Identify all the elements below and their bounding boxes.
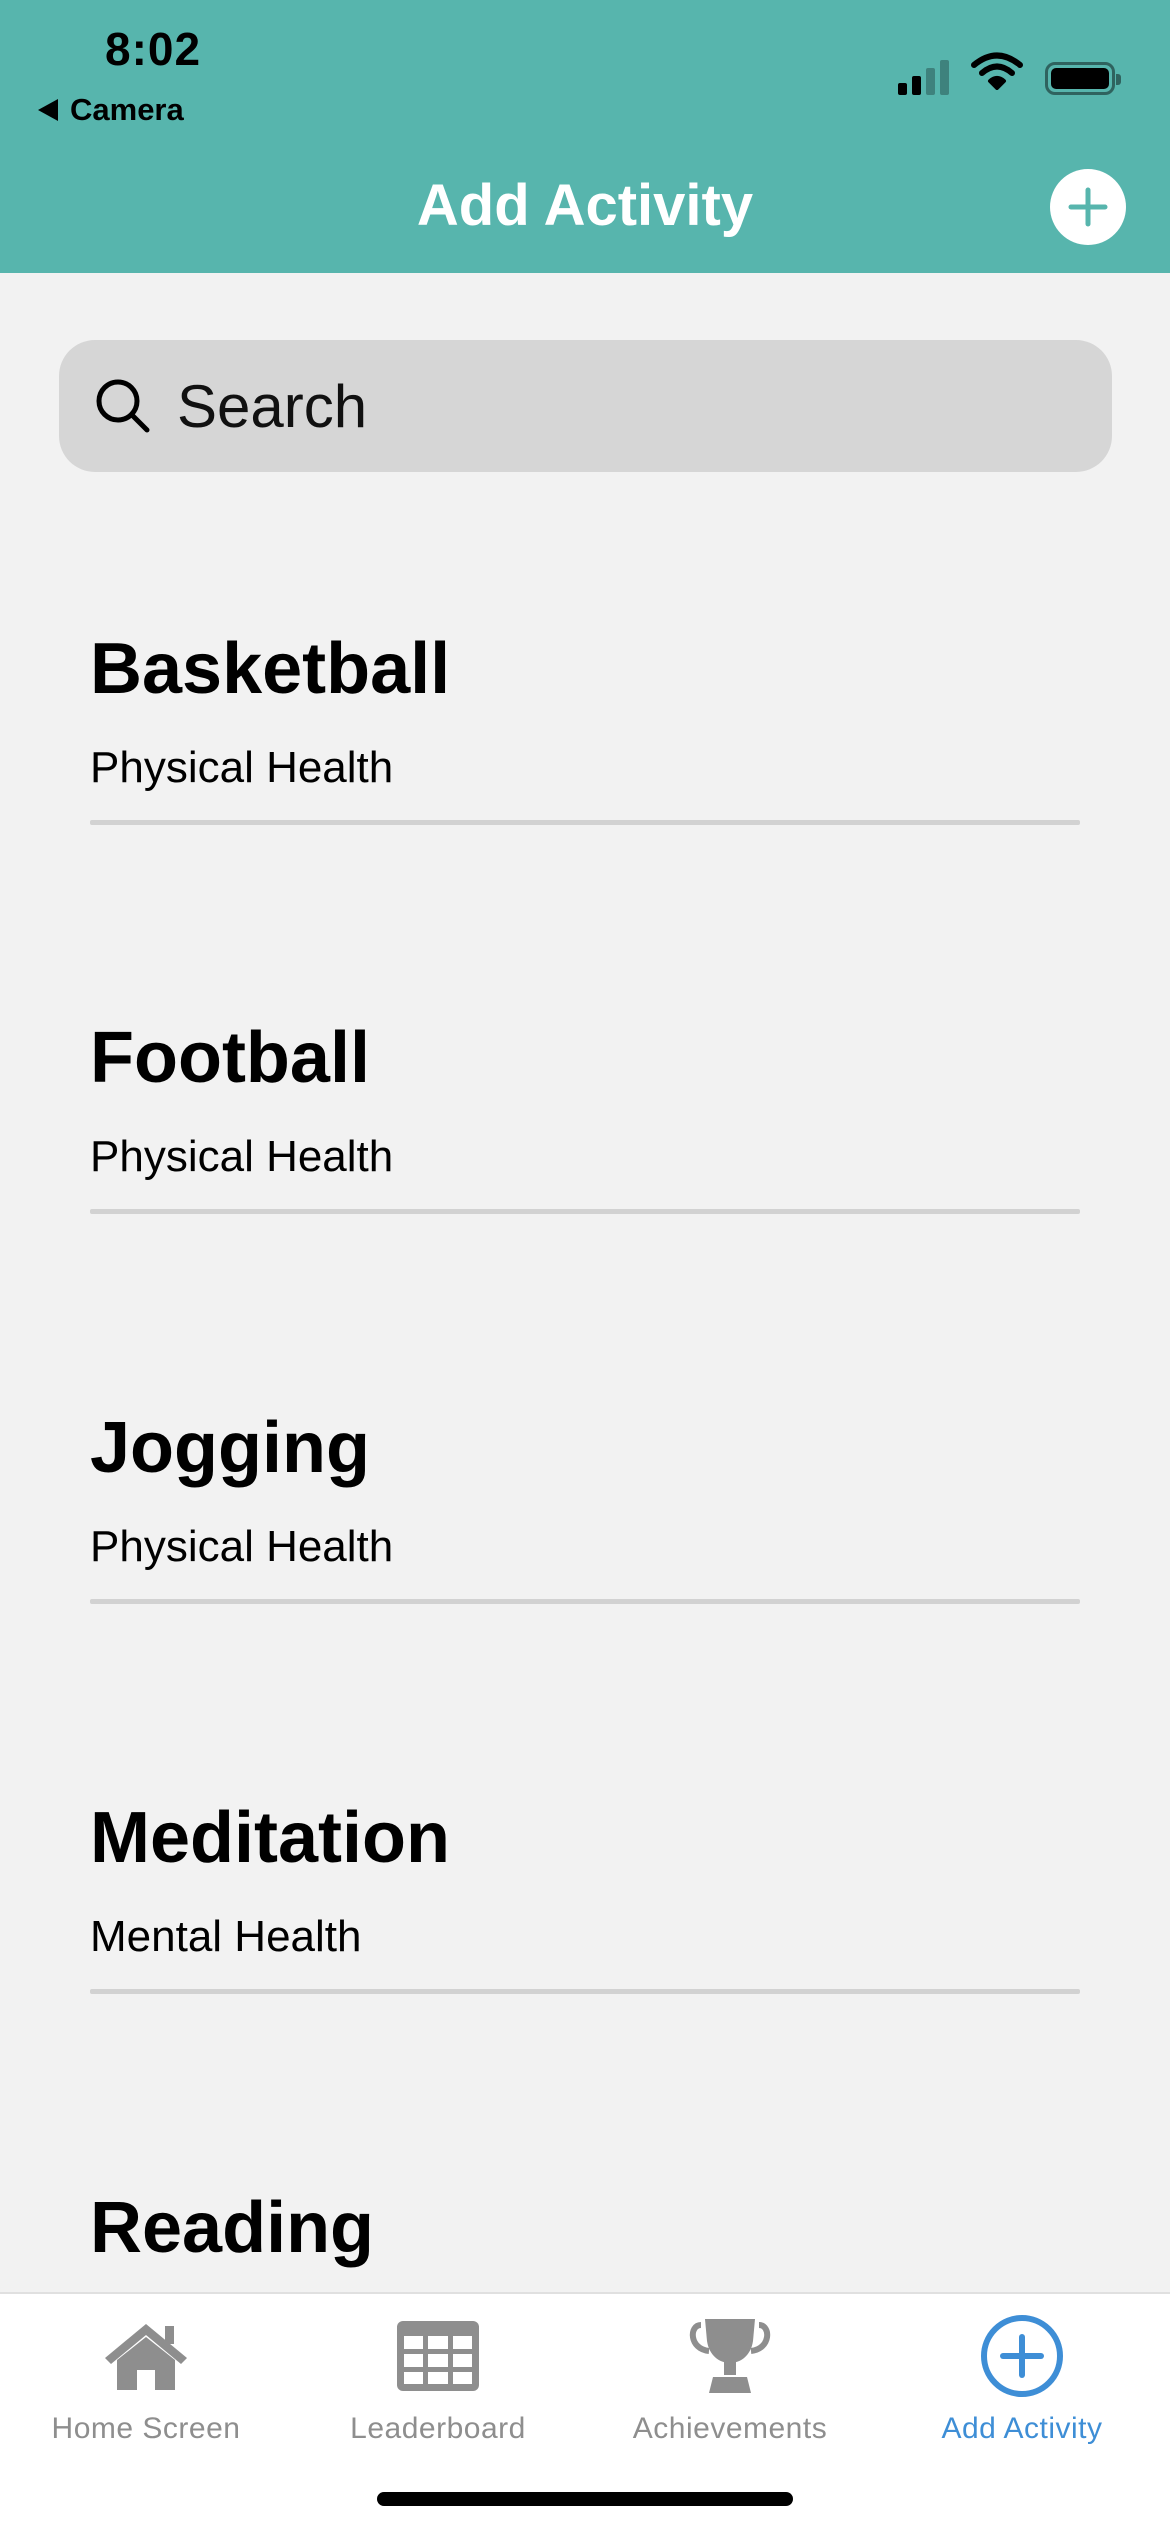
activity-category: Physical Health — [90, 743, 394, 792]
search-input[interactable] — [177, 371, 977, 441]
activity-category: Mental Health — [90, 1912, 362, 1961]
grid-icon — [292, 2306, 584, 2406]
activity-category: Physical Health — [90, 1522, 394, 1571]
wifi-icon — [971, 52, 1023, 95]
search-icon — [93, 376, 153, 436]
status-time: 8:02 — [105, 23, 202, 75]
header: 8:02 Camera Add Activity — [0, 0, 1170, 273]
tab-label: Add Activity — [941, 2412, 1103, 2445]
cellular-signal-icon — [898, 59, 949, 95]
activity-item-reading[interactable]: Reading — [90, 2187, 1080, 2290]
plus-circle-icon — [876, 2306, 1168, 2406]
activity-category: Physical Health — [90, 1132, 394, 1181]
page-title: Add Activity — [416, 173, 754, 238]
tab-label: Home Screen — [51, 2412, 241, 2445]
add-activity-button[interactable] — [1050, 169, 1126, 245]
activity-name: Basketball — [90, 629, 451, 709]
activity-name: Football — [90, 1018, 370, 1098]
status-icons — [898, 52, 1121, 95]
divider — [90, 820, 1080, 825]
activity-name: Jogging — [90, 1408, 370, 1488]
battery-icon — [1045, 62, 1121, 95]
house-icon — [0, 2306, 292, 2406]
search-bar[interactable] — [59, 340, 1112, 472]
tab-label: Achievements — [632, 2412, 828, 2445]
back-label: Camera — [70, 92, 184, 127]
plus-icon — [1068, 187, 1108, 227]
trophy-icon — [584, 2306, 876, 2406]
back-to-camera-link[interactable]: Camera — [38, 92, 184, 128]
tab-label: Leaderboard — [350, 2412, 526, 2445]
activity-item-football[interactable]: Football Physical Health — [90, 1017, 1080, 1217]
tab-home-screen[interactable]: Home Screen — [0, 2306, 292, 2446]
activity-item-jogging[interactable]: Jogging Physical Health — [90, 1407, 1080, 1607]
activity-name: Reading — [90, 2188, 375, 2268]
tab-achievements[interactable]: Achievements — [584, 2306, 876, 2446]
tab-add-activity[interactable]: Add Activity — [876, 2306, 1168, 2446]
divider — [90, 1209, 1080, 1214]
home-indicator — [377, 2492, 793, 2506]
tab-leaderboard[interactable]: Leaderboard — [292, 2306, 584, 2446]
divider — [90, 1989, 1080, 1994]
activity-item-basketball[interactable]: Basketball Physical Health — [90, 628, 1080, 828]
back-arrow-icon — [38, 99, 58, 121]
activity-name: Meditation — [90, 1798, 450, 1878]
activity-item-meditation[interactable]: Meditation Mental Health — [90, 1797, 1080, 1997]
divider — [90, 1599, 1080, 1604]
